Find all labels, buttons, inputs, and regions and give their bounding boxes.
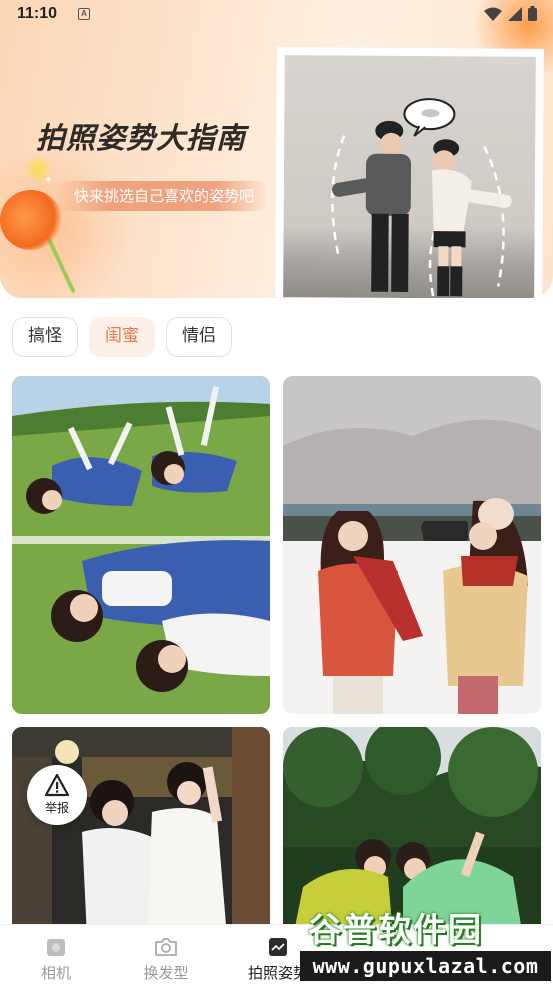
warning-icon (44, 773, 70, 797)
status-notification-icon: A (78, 8, 90, 20)
category-tabs: 搞怪 闺蜜 情侣 (12, 317, 232, 357)
battery-icon (528, 6, 537, 21)
watermark-brand: 谷普软件园 (308, 910, 483, 949)
banner[interactable]: 11:10 A 拍照姿势大指南 快来挑选自己喜欢的姿势吧 ✦ ✦ (0, 0, 553, 298)
pose-photo (12, 727, 270, 937)
status-bar: 11:10 A (0, 0, 553, 32)
report-button[interactable]: 举报 (27, 765, 87, 825)
pose-photo (12, 376, 270, 714)
pose-icon (269, 938, 287, 956)
camera-body-icon (47, 939, 65, 956)
status-icons (484, 6, 537, 21)
wifi-icon (484, 7, 502, 21)
nav-label: 换发型 (143, 964, 189, 982)
banner-subtitle: 快来挑选自己喜欢的姿势吧 (56, 181, 269, 211)
banner-photo (275, 47, 544, 298)
banner-title: 拍照姿势大指南 (36, 121, 247, 155)
banner-photo-art (331, 98, 512, 297)
tab-funny[interactable]: 搞怪 (12, 317, 78, 357)
pose-card[interactable] (12, 727, 270, 937)
flower-decoration (0, 190, 62, 250)
nav-label: 相机 (40, 964, 71, 982)
watermark-url: www.gupuxlazal.com (300, 951, 551, 981)
tab-bestie[interactable]: 闺蜜 (89, 317, 155, 357)
watermark: 谷普软件园 www.gupuxlazal.com (298, 897, 553, 984)
status-time: 11:10 (17, 5, 58, 22)
pose-card[interactable] (283, 376, 541, 714)
pose-card[interactable] (12, 376, 270, 714)
pose-photo (283, 376, 541, 714)
nav-hairstyle[interactable]: 换发型 (131, 925, 201, 984)
tab-couple[interactable]: 情侣 (166, 317, 232, 357)
sparkle-icon: ✦ (44, 175, 53, 186)
report-label: 举报 (44, 801, 69, 815)
nav-camera[interactable]: 相机 (22, 925, 90, 984)
camera-icon (155, 938, 177, 956)
signal-icon (508, 6, 522, 21)
